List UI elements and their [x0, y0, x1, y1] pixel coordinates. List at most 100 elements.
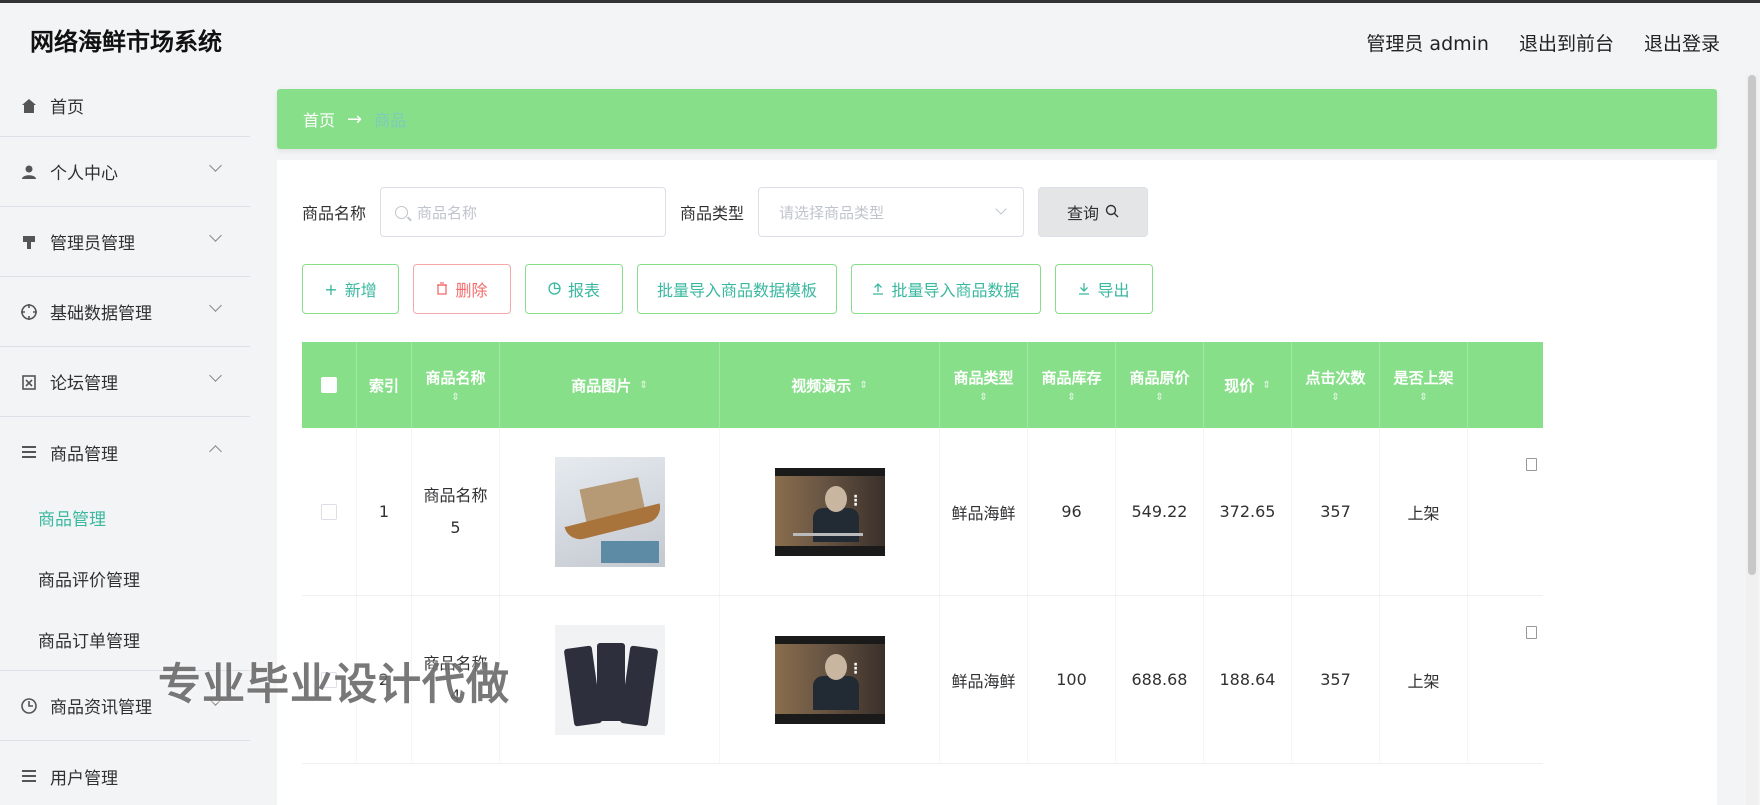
- more-icon[interactable]: ⋮: [849, 662, 863, 676]
- table-row: 1 商品名称 5 ⋮ 鲜品海鲜 96 549.22 372.65 357 上架: [302, 428, 1543, 596]
- video-cell: ⋮: [720, 596, 940, 763]
- sort-icon[interactable]: ⇕: [859, 380, 867, 391]
- column-header-label: 商品名称: [425, 369, 486, 387]
- sidebar-item-product-management[interactable]: 商品管理: [0, 417, 250, 487]
- current-user-label: 管理员 admin: [1366, 33, 1489, 55]
- breadcrumb-home[interactable]: 首页: [303, 107, 335, 131]
- name-text: 商品名称: [423, 485, 488, 505]
- sort-icon[interactable]: ⇕: [451, 392, 459, 403]
- row-select-cell: [302, 428, 357, 595]
- column-header-label: 索引: [368, 376, 399, 395]
- product-type-select[interactable]: 请选择商品类型: [758, 187, 1025, 237]
- sidebar-item-admin-management[interactable]: 管理员管理: [0, 207, 250, 277]
- product-name-input[interactable]: 商品名称: [380, 187, 667, 237]
- add-button-label: 新增: [344, 281, 377, 300]
- sidebar-subitem-product-reviews[interactable]: 商品评价管理: [0, 548, 250, 609]
- import-data-button[interactable]: 批量导入商品数据: [851, 264, 1041, 314]
- sort-icon[interactable]: ⇕: [1419, 392, 1427, 403]
- more-icon[interactable]: ⋮: [849, 494, 863, 508]
- column-header-on-shelf[interactable]: 是否上架 ⇕: [1380, 342, 1468, 428]
- column-header-clicks[interactable]: 点击次数 ⇕: [1292, 342, 1380, 428]
- column-header-index[interactable]: 索引: [357, 342, 412, 428]
- chevron-down-icon: [209, 159, 222, 172]
- column-header-type[interactable]: 商品类型 ⇕: [940, 342, 1028, 428]
- sort-icon[interactable]: ⇕: [979, 392, 987, 403]
- product-type-placeholder: 请选择商品类型: [779, 203, 885, 222]
- video-progress-bar[interactable]: [792, 532, 863, 536]
- product-image[interactable]: [554, 456, 665, 567]
- column-header-label: 商品类型: [953, 369, 1014, 387]
- import-data-button-label: 批量导入商品数据: [891, 281, 1020, 300]
- column-header-label: 是否上架: [1393, 369, 1454, 387]
- column-header-image[interactable]: 商品图片 ⇕: [500, 342, 720, 428]
- page-scrollbar[interactable]: [1746, 75, 1758, 805]
- search-icon: [395, 205, 409, 219]
- sort-icon[interactable]: ⇕: [1331, 392, 1339, 403]
- stock-cell: 96: [1028, 428, 1116, 595]
- menu-icon: [20, 443, 38, 461]
- top-header: 网络海鲜市场系统 管理员 admin 退出到前台 退出登录: [0, 3, 1760, 75]
- breadcrumb-current: 商品: [374, 111, 407, 130]
- column-header-label: 点击次数: [1305, 369, 1366, 387]
- sidebar-item-forum[interactable]: 论坛管理: [0, 347, 250, 417]
- name-number: 5: [450, 517, 461, 537]
- sidebar-item-label: 论坛管理: [50, 374, 118, 394]
- header-actions: 管理员 admin 退出到前台 退出登录: [1366, 29, 1720, 56]
- sort-icon[interactable]: ⇕: [1155, 392, 1163, 403]
- video-thumbnail[interactable]: ⋮: [774, 467, 885, 556]
- original-price-cell: 688.68: [1116, 596, 1204, 763]
- column-header-stock[interactable]: 商品库存 ⇕: [1028, 342, 1116, 428]
- video-thumbnail[interactable]: ⋮: [774, 635, 885, 724]
- actions-cell: [1468, 596, 1543, 763]
- query-button[interactable]: 查询: [1038, 187, 1149, 237]
- import-template-button[interactable]: 批量导入商品数据模板: [637, 264, 837, 314]
- report-button[interactable]: 报表: [525, 264, 623, 314]
- scrollbar-thumb[interactable]: [1748, 75, 1756, 575]
- sidebar-item-label: 首页: [50, 98, 84, 118]
- query-button-label: 查询: [1067, 204, 1100, 223]
- row-checkbox[interactable]: [321, 503, 337, 520]
- price-cell: 188.64: [1204, 596, 1292, 763]
- column-header-name[interactable]: 商品名称 ⇕: [412, 342, 500, 428]
- column-header-label: 商品库存: [1041, 369, 1102, 387]
- sidebar-item-personal-center[interactable]: 个人中心: [0, 137, 250, 207]
- menu-icon: [20, 767, 38, 785]
- report-button-label: 报表: [567, 281, 600, 300]
- column-header-price[interactable]: 现价 ⇕: [1204, 342, 1292, 428]
- export-button[interactable]: 导出: [1055, 264, 1153, 314]
- chevron-down-icon: [995, 203, 1007, 215]
- product-name-label: 商品名称: [302, 204, 367, 223]
- exit-to-front-link[interactable]: 退出到前台: [1519, 29, 1614, 56]
- home-icon: [20, 97, 38, 115]
- product-submenu: 商品管理 商品评价管理 商品订单管理: [0, 487, 250, 671]
- stock-cell: 100: [1028, 596, 1116, 763]
- pie-chart-icon: [548, 280, 561, 299]
- name-cell: 商品名称 5: [412, 428, 500, 595]
- sidebar-item-user-management[interactable]: 用户管理: [0, 741, 250, 805]
- select-all-checkbox[interactable]: [321, 377, 337, 393]
- type-cell: 鲜品海鲜: [940, 428, 1028, 595]
- sort-icon[interactable]: ⇕: [1262, 380, 1270, 391]
- detail-icon[interactable]: [1526, 458, 1537, 471]
- column-header-original-price[interactable]: 商品原价 ⇕: [1116, 342, 1204, 428]
- type-cell: 鲜品海鲜: [940, 596, 1028, 763]
- sidebar-subitem-product-management[interactable]: 商品管理: [0, 487, 250, 548]
- sort-icon[interactable]: ⇕: [1067, 392, 1075, 403]
- sidebar-item-label: 基础数据管理: [50, 304, 152, 324]
- add-button[interactable]: + 新增: [302, 264, 399, 314]
- upload-icon: [872, 280, 884, 299]
- product-image[interactable]: [554, 624, 665, 735]
- delete-button[interactable]: 删除: [413, 264, 511, 314]
- breadcrumb-arrow: →: [347, 108, 363, 130]
- sidebar-item-basic-data[interactable]: 基础数据管理: [0, 277, 250, 347]
- logout-link[interactable]: 退出登录: [1644, 29, 1720, 56]
- sidebar-item-home[interactable]: 首页: [0, 75, 250, 137]
- chevron-down-icon: [209, 369, 222, 382]
- detail-icon[interactable]: [1526, 626, 1537, 639]
- sort-icon[interactable]: ⇕: [639, 380, 647, 391]
- delete-button-label: 删除: [455, 281, 488, 300]
- import-template-button-label: 批量导入商品数据模板: [656, 281, 817, 300]
- watermark-text: 专业毕业设计代做: [158, 660, 510, 710]
- image-cell: [500, 428, 720, 595]
- column-header-video[interactable]: 视频演示 ⇕: [720, 342, 940, 428]
